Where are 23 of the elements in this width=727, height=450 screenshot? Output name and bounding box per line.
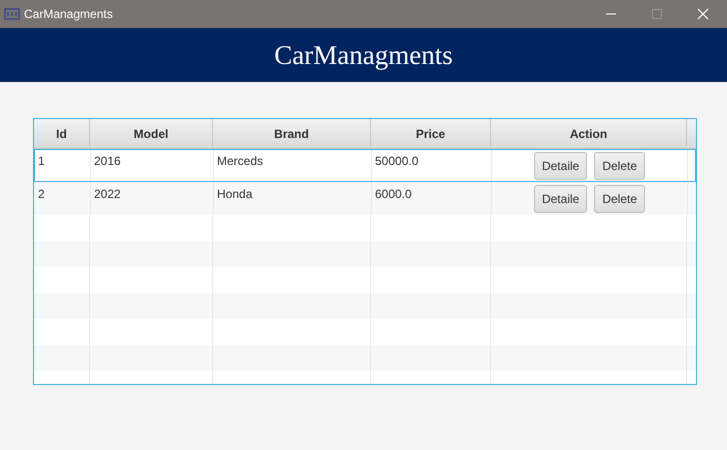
details-button[interactable]: Detaile	[534, 185, 588, 213]
table-row[interactable]: 2 2022 Honda 6000.0 Detaile Delete	[34, 182, 696, 215]
table-cell: 1	[38, 154, 45, 168]
table-cell: Honda	[217, 187, 252, 201]
delete-button[interactable]: Delete	[594, 152, 646, 180]
table-cell: 6000.0	[375, 187, 412, 201]
column-header[interactable]: Model	[90, 119, 213, 148]
delete-button[interactable]: Delete	[594, 185, 646, 213]
header-title: CarManagments	[274, 40, 453, 70]
table-cell: 50000.0	[375, 154, 418, 168]
app-icon	[4, 6, 20, 22]
close-icon[interactable]	[697, 8, 709, 20]
table-row[interactable]: 1 2016 Merceds 50000.0 Detaile Delete	[34, 149, 696, 182]
table-cell: 2	[38, 187, 45, 201]
table-cell: Merceds	[217, 154, 264, 168]
table-cell: 2016	[94, 154, 121, 168]
column-header[interactable]: Action	[491, 119, 687, 148]
details-button[interactable]: Detaile	[534, 152, 588, 180]
column-header[interactable]: Id	[34, 119, 90, 148]
window-title: CarManagments	[24, 7, 113, 21]
table-cell: 2022	[94, 187, 121, 201]
column-header[interactable]: Brand	[213, 119, 371, 148]
column-header[interactable]: Price	[371, 119, 491, 148]
